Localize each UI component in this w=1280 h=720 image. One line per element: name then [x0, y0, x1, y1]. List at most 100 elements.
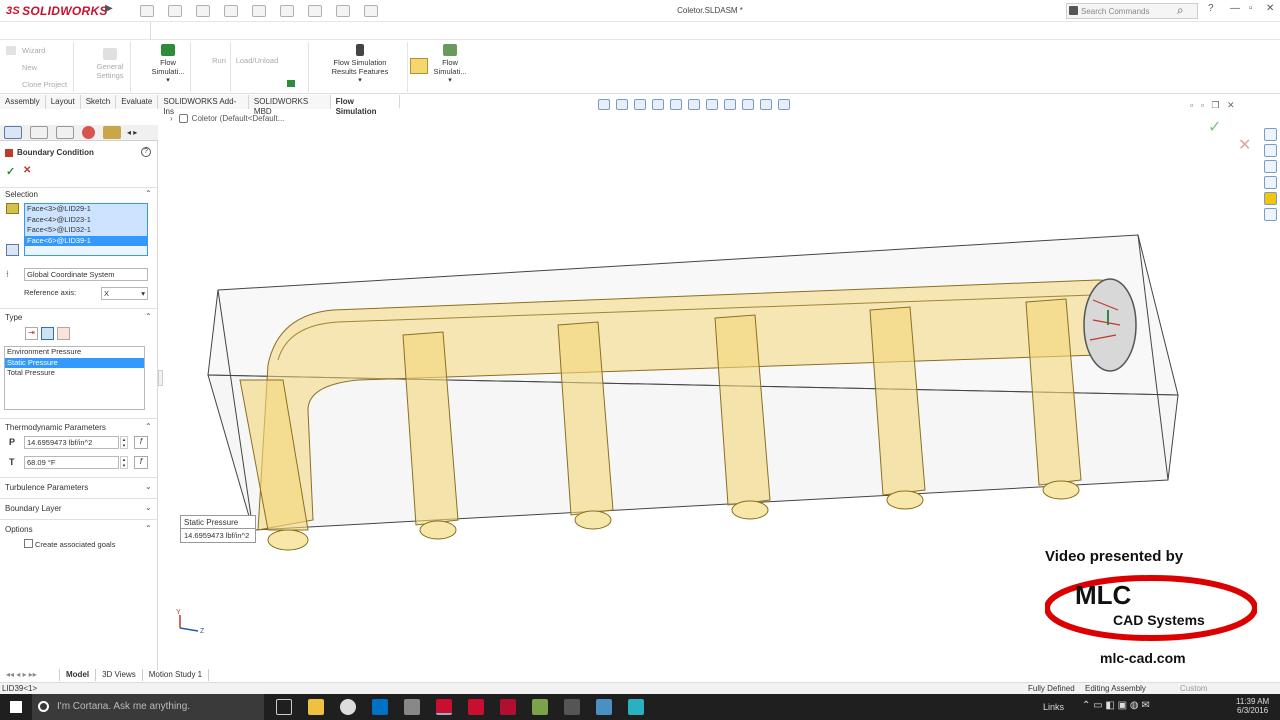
pressure-input[interactable]: 14.6959473 lbf/in^2	[24, 436, 119, 449]
list-item[interactable]: Face<5>@LID32-1	[25, 225, 147, 236]
print-icon[interactable]	[224, 5, 238, 17]
faces-list[interactable]: Face<3>@LID29-1 Face<4>@LID23-1 Face<5>@…	[24, 203, 148, 256]
edit-appearance-icon[interactable]	[742, 99, 754, 110]
solidworks-logo[interactable]: 3S SOLIDWORKS	[6, 4, 108, 18]
file-properties-icon[interactable]	[336, 5, 350, 17]
turbulence-header[interactable]: Turbulence Parameters	[5, 483, 88, 492]
help-icon[interactable]: ?	[141, 147, 151, 157]
collapse-type-icon[interactable]: ⌃	[145, 312, 152, 321]
general-settings-button[interactable]: General Settings	[92, 48, 128, 80]
tab-3d-views[interactable]: 3D Views	[96, 669, 143, 681]
home-icon[interactable]	[1264, 128, 1277, 141]
custom-properties-icon[interactable]	[1264, 208, 1277, 221]
calculator-icon[interactable]	[404, 699, 420, 715]
temperature-dependency-button[interactable]: f	[134, 456, 148, 469]
callout-value[interactable]: 14.6959473 lbf/in^2	[180, 529, 256, 543]
tab-assembly[interactable]: Assembly	[0, 95, 46, 109]
collapse-selection-icon[interactable]: ⌃	[145, 189, 152, 198]
restore-button[interactable]: ▫	[1249, 3, 1253, 14]
wall-icon[interactable]	[57, 327, 70, 340]
task-view-icon[interactable]	[276, 699, 292, 715]
flow-simulation-button-1[interactable]: Flow Simulati... ▾	[148, 44, 188, 85]
collapse-thermo-icon[interactable]: ⌃	[145, 422, 152, 431]
file-explorer-icon[interactable]	[1264, 176, 1277, 189]
search-icon[interactable]: ⌕	[1177, 3, 1184, 18]
network-app-icon[interactable]	[596, 699, 612, 715]
tab-sketch[interactable]: Sketch	[80, 95, 117, 109]
settings-app-icon[interactable]	[564, 699, 580, 715]
filter-icon[interactable]	[6, 244, 19, 256]
flow-analysis-tab-icon[interactable]	[103, 126, 121, 139]
resources-icon[interactable]	[1264, 144, 1277, 157]
feature-tree-tab-icon[interactable]	[4, 126, 22, 139]
load-unload-button[interactable]: Load/Unload	[234, 56, 280, 65]
cortana-search-box[interactable]: I'm Cortana. Ask me anything.	[32, 694, 264, 720]
new-project-button[interactable]: New	[6, 59, 67, 76]
boundary-layer-header[interactable]: Boundary Layer	[5, 504, 61, 513]
view-settings-icon[interactable]	[778, 99, 790, 110]
expand-boundary-layer-icon[interactable]: ⌄	[145, 503, 152, 512]
list-item[interactable]: Environment Pressure	[5, 347, 144, 358]
property-manager-tab-icon[interactable]	[30, 126, 48, 139]
tab-flow-simulation[interactable]: Flow Simulation	[330, 95, 400, 116]
type-list[interactable]: Environment Pressure Static Pressure Tot…	[4, 346, 145, 410]
select-icon[interactable]	[280, 5, 294, 17]
options-gear-icon[interactable]	[364, 5, 378, 17]
list-item[interactable]: Total Pressure	[5, 368, 144, 379]
tab-scroll-arrows-icon[interactable]: ◂◂ ◂ ▸ ▸▸	[0, 669, 60, 681]
windows-start-icon[interactable]	[10, 701, 22, 713]
display-style-icon[interactable]	[706, 99, 718, 110]
tab-model[interactable]: Model	[60, 669, 97, 681]
list-item[interactable]: Face<3>@LID29-1	[25, 204, 147, 215]
list-item[interactable]: Face<4>@LID23-1	[25, 214, 147, 225]
tab-evaluate[interactable]: Evaluate	[116, 95, 159, 109]
appearance-tab-icon[interactable]	[82, 126, 95, 139]
flow-opening-icon[interactable]: ⇥	[25, 327, 38, 340]
run-button[interactable]: Run	[205, 56, 233, 65]
previous-view-icon[interactable]	[634, 99, 646, 110]
section-view-icon[interactable]	[652, 99, 664, 110]
appearances-icon[interactable]	[1264, 192, 1277, 205]
apply-scene-icon[interactable]	[760, 99, 772, 110]
chrome-icon[interactable]	[340, 699, 356, 715]
help-button[interactable]: ?	[1208, 3, 1214, 14]
type-header[interactable]: Type	[5, 313, 22, 322]
tab-mbd[interactable]: SOLIDWORKS MBD	[248, 95, 331, 116]
selection-header[interactable]: Selection	[5, 190, 38, 199]
system-tray-icons[interactable]: ⌃ ▭ ◧ ▣ ◍ ✉	[1082, 700, 1150, 711]
cube-view-icon[interactable]	[410, 58, 428, 74]
flow-app-icon[interactable]	[628, 699, 644, 715]
options-header[interactable]: Options	[5, 525, 33, 534]
open-doc-icon[interactable]	[168, 5, 182, 17]
status-units[interactable]: Custom	[1180, 684, 1208, 693]
solidworks-2014-icon[interactable]	[500, 699, 516, 715]
view-orientation-icon[interactable]	[688, 99, 700, 110]
hide-show-icon[interactable]	[724, 99, 736, 110]
save-icon[interactable]	[196, 5, 210, 17]
new-doc-icon[interactable]	[140, 5, 154, 17]
undo-icon[interactable]	[252, 5, 266, 17]
edrawings-icon[interactable]	[532, 699, 548, 715]
coordinate-system-field[interactable]: Global Coordinate System	[24, 268, 148, 281]
tab-addins[interactable]: SOLIDWORKS Add-Ins	[158, 95, 249, 116]
list-item[interactable]: Face<6>@LID39-1	[25, 235, 147, 246]
dynamic-annotation-icon[interactable]	[670, 99, 682, 110]
results-features-button[interactable]: Flow Simulation Results Features ▾	[328, 44, 392, 85]
collapse-options-icon[interactable]: ⌃	[145, 524, 152, 533]
tab-motion-study[interactable]: Motion Study 1	[143, 669, 210, 681]
solidworks-app-icon[interactable]	[436, 699, 452, 715]
configuration-tab-icon[interactable]	[56, 126, 74, 139]
zoom-area-icon[interactable]	[616, 99, 628, 110]
create-goals-checkbox[interactable]	[24, 539, 33, 548]
wizard-button[interactable]: Wizard	[6, 42, 67, 59]
design-library-icon[interactable]	[1264, 160, 1277, 173]
cancel-button[interactable]: ✕	[23, 165, 31, 176]
ok-button[interactable]: ✓	[6, 165, 15, 178]
links-toolbar[interactable]: Links	[1043, 702, 1064, 712]
reference-axis-select[interactable]: X ▾	[101, 287, 148, 300]
solidworks-2015-icon[interactable]	[468, 699, 484, 715]
temperature-spinner[interactable]: ▴ ▾	[120, 456, 128, 469]
end-cap-face[interactable]	[1083, 278, 1137, 372]
menu-expand-arrow-icon[interactable]: ▶	[105, 3, 113, 14]
list-item[interactable]: Static Pressure	[5, 357, 144, 368]
